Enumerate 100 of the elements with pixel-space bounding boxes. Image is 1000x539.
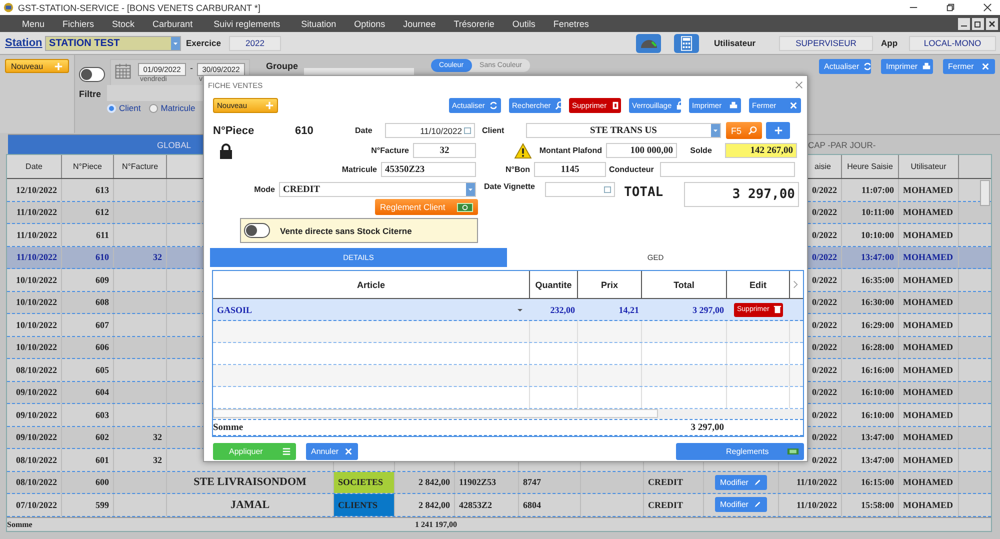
facture-label: N°Facture bbox=[370, 146, 410, 155]
toolbar-button[interactable]: Fermer bbox=[943, 59, 995, 74]
date-field[interactable]: 11/10/2022 bbox=[385, 123, 475, 138]
modify-button[interactable]: Modifier bbox=[715, 474, 767, 490]
column-header[interactable]: Heure Saisie bbox=[842, 155, 899, 178]
calculator-button[interactable] bbox=[674, 34, 699, 52]
filter-radio[interactable]: Matricule bbox=[148, 103, 196, 113]
table-cell-text: 14,21 bbox=[618, 304, 640, 314]
menu-item[interactable]: Fichiers bbox=[62, 18, 94, 28]
date-separator: - bbox=[190, 63, 193, 73]
table-cell: 09/10/2022 bbox=[7, 426, 62, 448]
tab[interactable]: CAP -PAR JOUR- bbox=[808, 135, 1000, 154]
column-header[interactable]: Date bbox=[7, 155, 62, 178]
menu-item[interactable]: Stock bbox=[112, 18, 135, 28]
plafond-label: Montant Plafond bbox=[538, 146, 603, 155]
column-header[interactable]: Edit bbox=[727, 271, 790, 298]
menu-icon bbox=[282, 447, 291, 456]
total-label: TOTAL bbox=[624, 185, 664, 200]
column-header[interactable]: Utilisateur bbox=[899, 155, 959, 178]
close-icon[interactable] bbox=[983, 3, 992, 12]
menu-item[interactable]: Suivi reglements bbox=[214, 18, 280, 28]
app-icon bbox=[3, 2, 14, 13]
grid-row[interactable] bbox=[213, 321, 803, 343]
column-header[interactable]: Quantite bbox=[530, 271, 578, 298]
table-cell: 32 bbox=[114, 246, 167, 268]
toggle-switch[interactable] bbox=[79, 67, 105, 82]
menu-item[interactable]: Trésorerie bbox=[454, 18, 494, 28]
table-cell: 606 bbox=[62, 336, 114, 358]
minimize-icon[interactable] bbox=[958, 18, 970, 30]
group-tag: CLIENTS bbox=[334, 494, 395, 516]
table-cell: 07/10/2022 bbox=[7, 494, 62, 516]
station-dropdown[interactable]: STATION TEST bbox=[45, 36, 181, 50]
calendar-icon[interactable] bbox=[604, 186, 611, 193]
grid-row[interactable] bbox=[213, 387, 803, 409]
mode-dropdown[interactable]: CREDIT bbox=[279, 182, 476, 197]
table-cell: 11/10/2022 bbox=[7, 246, 62, 268]
solde-label: Solde bbox=[689, 146, 713, 155]
scrollbar[interactable] bbox=[980, 180, 990, 206]
tab[interactable]: GLOBAL bbox=[8, 135, 203, 154]
column-header[interactable]: N°Piece bbox=[62, 155, 114, 178]
restore-icon[interactable] bbox=[972, 18, 984, 30]
close-icon[interactable] bbox=[986, 18, 998, 30]
toolbar-button[interactable]: Imprimer bbox=[881, 59, 933, 74]
station-label: Station bbox=[5, 37, 44, 49]
menu-item[interactable]: Outils bbox=[512, 18, 536, 28]
column-header[interactable]: Prix bbox=[578, 271, 642, 298]
table-cell: MOHAMED bbox=[899, 494, 959, 516]
vignette-date-field[interactable] bbox=[545, 182, 615, 197]
filter-radio[interactable]: Client bbox=[107, 103, 141, 113]
menu-item[interactable]: Carburant bbox=[152, 18, 193, 28]
restore-icon[interactable] bbox=[946, 3, 955, 12]
menu-item[interactable]: Situation bbox=[301, 18, 336, 28]
filter-label: Filtre bbox=[79, 89, 102, 101]
toolbar-button[interactable]: Actualiser bbox=[819, 59, 871, 74]
chevron-right-icon[interactable] bbox=[793, 280, 798, 289]
menu-item[interactable]: Menu bbox=[22, 18, 45, 28]
table-cell: 607 bbox=[62, 314, 114, 336]
menu-item[interactable]: Options bbox=[354, 18, 386, 28]
table-cell: MOHAMED bbox=[899, 404, 959, 426]
column-header[interactable]: Total bbox=[642, 271, 727, 298]
facture-field[interactable]: 32 bbox=[413, 143, 476, 158]
dialog-button[interactable]: Reglements bbox=[676, 443, 804, 460]
dialog-button[interactable]: Annuler bbox=[306, 443, 358, 460]
app-field: LOCAL-MONO bbox=[909, 36, 996, 50]
table-cell: 10/10/2022 bbox=[7, 292, 62, 313]
menu-item[interactable]: Journee bbox=[403, 18, 436, 28]
matricule-field[interactable]: 45350Z23 bbox=[381, 162, 476, 177]
bon-field[interactable]: 1145 bbox=[534, 162, 606, 177]
client-label: Client bbox=[481, 126, 506, 135]
grid-row[interactable] bbox=[213, 343, 803, 365]
table-cell: MOHAMED bbox=[899, 179, 959, 200]
client-dropdown[interactable]: STE TRANS US bbox=[526, 123, 721, 138]
table-cell: 08/10/2022 bbox=[7, 472, 62, 493]
search-icon bbox=[748, 126, 757, 135]
piece-label: N°Piece bbox=[213, 124, 256, 136]
table-row[interactable]: 08/10/2022 600 STE LIVRAISONDOM SOCIETES 2 842,00 11902Z53 8747 CREDIT Modifier 11/10/2022 16:15:00 MOHAMED bbox=[7, 472, 991, 494]
piece-number: 610 bbox=[294, 124, 314, 136]
mode-label: Mode bbox=[253, 185, 276, 194]
new-button[interactable]: Nouveau bbox=[5, 59, 69, 73]
table-cell: 09/10/2022 bbox=[7, 382, 62, 403]
gauge-button[interactable] bbox=[636, 34, 661, 52]
table-cell: 16:28:00 bbox=[842, 336, 899, 358]
group-tag: SOCIETES bbox=[334, 472, 395, 493]
refresh-icon bbox=[489, 101, 498, 110]
modify-button[interactable]: Modifier bbox=[715, 497, 767, 512]
column-header[interactable]: Article bbox=[213, 271, 530, 298]
scrollbar[interactable] bbox=[213, 409, 803, 419]
solde-field: 142 267,00 bbox=[725, 143, 797, 158]
grid-row[interactable] bbox=[213, 365, 803, 387]
column-header[interactable]: N°Facture bbox=[114, 155, 167, 178]
table-row[interactable]: 07/10/2022 599 JAMAL CLIENTS 2 842,00 42853Z2 6804 CREDIT Modifier 11/10/2022 15:58:00 MOHAMED bbox=[7, 494, 991, 516]
banknote-icon bbox=[787, 448, 799, 455]
toggle-switch[interactable] bbox=[244, 223, 270, 238]
calendar-icon[interactable] bbox=[464, 127, 471, 134]
conducteur-field[interactable] bbox=[660, 162, 795, 177]
add-button[interactable] bbox=[766, 122, 790, 139]
exercice-field[interactable]: 2022 bbox=[228, 36, 281, 50]
menu-item[interactable]: Fenetres bbox=[553, 18, 589, 28]
table-cell: 10:10:00 bbox=[842, 224, 899, 246]
table-cell: 10/10/2022 bbox=[7, 314, 62, 336]
